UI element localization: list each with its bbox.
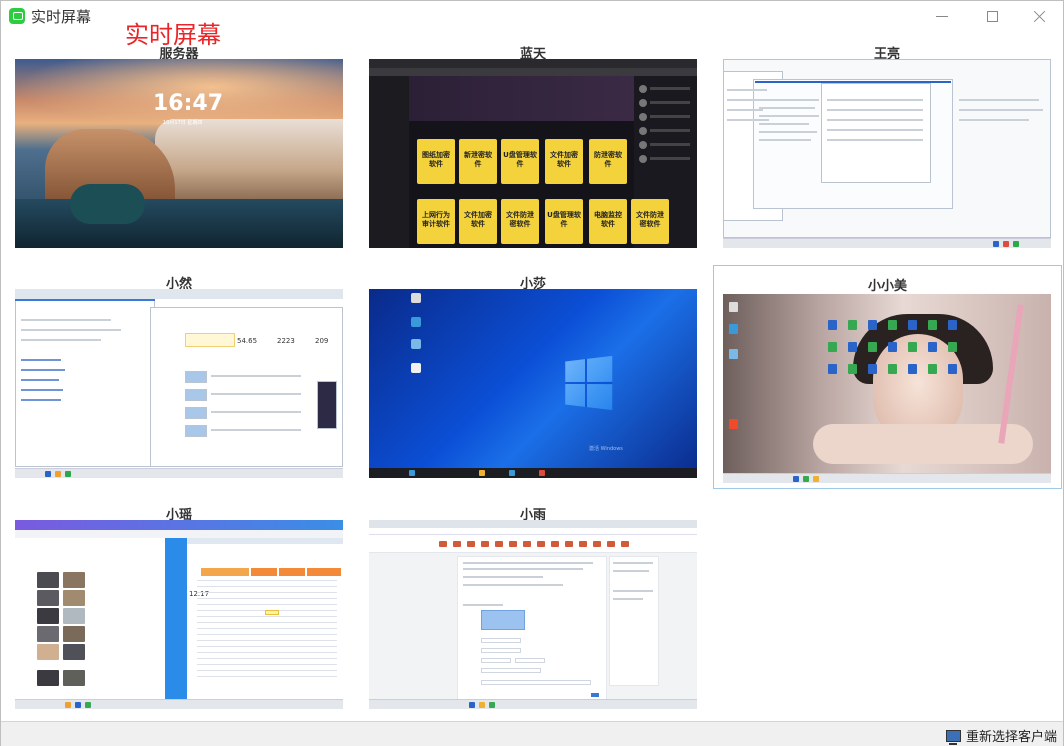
monitor-icon xyxy=(945,729,961,745)
lock-date: 10月17日 星期四 xyxy=(163,120,203,126)
main-window: 实时屏幕 实时屏幕 服务器 16:47 10月17日 星期四 蓝天 图纸加密软件… xyxy=(0,0,1064,746)
client-screen[interactable] xyxy=(723,294,1051,483)
client-tile-lantian[interactable]: 蓝天 图纸加密软件 新泄密软件 U盘管理软件 文件加密软件 防泄密软件 上网行为… xyxy=(369,43,697,253)
tile-label: 防泄密软件 xyxy=(594,151,622,168)
client-tile-xiaoyao[interactable]: 小瑶 12.17 xyxy=(15,504,343,714)
stat-value: 2223 xyxy=(277,337,295,345)
reselect-client-label: 重新选择客户端 xyxy=(965,730,1057,745)
minimize-icon xyxy=(936,15,948,17)
lock-clock: 16:47 xyxy=(153,91,224,116)
maximize-icon xyxy=(986,10,998,22)
client-screen[interactable]: 图纸加密软件 新泄密软件 U盘管理软件 文件加密软件 防泄密软件 上网行为审计软… xyxy=(369,59,697,248)
client-tile-wangliang[interactable]: 王亮 xyxy=(723,43,1051,253)
tile-label: 图纸加密软件 xyxy=(422,151,450,168)
tile-label: 文件防泄密软件 xyxy=(506,211,534,228)
window-title: 实时屏幕 xyxy=(31,8,92,26)
tile-label: U盘管理软件 xyxy=(503,151,537,168)
status-bar: 重新选择客户端 xyxy=(1,721,1063,746)
tile-label: U盘管理软件 xyxy=(547,211,581,228)
tile-label: 文件加密软件 xyxy=(464,211,492,228)
reselect-client-button[interactable]: 重新选择客户端 xyxy=(945,726,1057,745)
client-tile-xiaoyu[interactable]: 小雨 xyxy=(369,504,697,714)
client-screen[interactable] xyxy=(369,520,697,709)
tile-label: 新泄密软件 xyxy=(464,151,492,168)
stat-value: 209 xyxy=(315,337,329,345)
client-tile-xiaoxiaomei[interactable]: 小小美 xyxy=(713,265,1062,489)
maximize-button[interactable] xyxy=(969,1,1015,31)
close-button[interactable] xyxy=(1017,1,1063,31)
client-screen[interactable]: 激活 Windows xyxy=(369,289,697,478)
tile-label: 上网行为审计软件 xyxy=(422,211,450,228)
app-logo-icon xyxy=(9,8,25,24)
tile-label: 文件防泄密软件 xyxy=(636,211,664,228)
close-icon xyxy=(1034,10,1046,22)
client-screen[interactable]: 16:47 10月17日 星期四 xyxy=(15,59,343,248)
client-tile-xiaoran[interactable]: 小然 54.65 2223 209 xyxy=(15,273,343,483)
activation-watermark: 激活 Windows xyxy=(589,446,623,452)
client-screen[interactable]: 54.65 2223 209 xyxy=(15,289,343,478)
tile-label: 电脑监控软件 xyxy=(594,211,622,228)
client-tile-server[interactable]: 服务器 16:47 10月17日 星期四 xyxy=(15,43,343,253)
minimize-button[interactable] xyxy=(919,1,965,31)
tile-label: 文件加密软件 xyxy=(550,151,578,168)
client-screen[interactable]: 12.17 xyxy=(15,520,343,709)
client-tile-xiaosha[interactable]: 小莎 激活 Windows xyxy=(369,273,697,483)
client-name: 小小美 xyxy=(867,279,907,294)
stat-value: 54.65 xyxy=(237,337,258,345)
client-screen[interactable] xyxy=(723,59,1051,248)
